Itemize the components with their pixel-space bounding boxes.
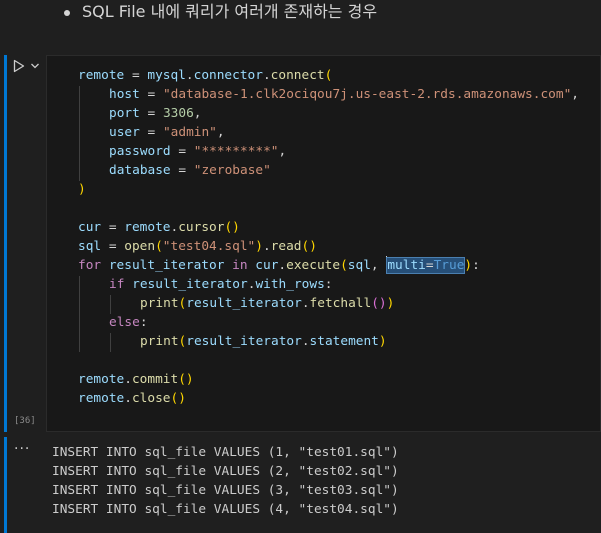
indent-guide xyxy=(110,295,111,314)
output-line: INSERT INTO sql_file VALUES (1, "test01.… xyxy=(52,445,399,460)
bullet-dot xyxy=(64,10,70,16)
indent-guide xyxy=(79,276,80,352)
code-line: cur = remote.cursor() xyxy=(78,220,240,235)
code-line: print(result_iterator.fetchall()) xyxy=(140,296,395,311)
markdown-cell[interactable]: SQL File 내에 쿼리가 여러개 존재하는 경우 xyxy=(0,0,601,46)
output-line: INSERT INTO sql_file VALUES (3, "test03.… xyxy=(52,483,399,498)
code-line: if result_iterator.with_rows: xyxy=(109,277,333,292)
run-triangle-icon xyxy=(13,59,25,73)
code-line: password = "*********", xyxy=(109,144,287,159)
code-line: print(result_iterator.statement) xyxy=(140,334,387,349)
code-line: remote.commit() xyxy=(78,372,194,387)
code-line: user = "admin", xyxy=(109,125,225,140)
output-more-actions-button[interactable]: ··· xyxy=(14,441,30,457)
code-line: host = "database-1.clk2ociqou7j.us-east-… xyxy=(109,87,580,102)
indent-guide xyxy=(110,333,111,352)
output-line: INSERT INTO sql_file VALUES (4, "test04.… xyxy=(52,502,399,517)
indent-guide xyxy=(79,86,80,181)
output-line: INSERT INTO sql_file VALUES (2, "test02.… xyxy=(52,464,399,479)
markdown-bullet-text: SQL File 내에 쿼리가 여러개 존재하는 경우 xyxy=(82,2,378,21)
code-line: ) xyxy=(78,182,86,197)
code-line: remote = mysql.connector.connect( xyxy=(78,68,333,83)
code-line: database = "zerobase" xyxy=(109,163,271,178)
code-line: else: xyxy=(109,315,148,330)
cell-focus-indicator xyxy=(4,55,7,432)
code-line: remote.close() xyxy=(78,391,186,406)
chevron-down-icon xyxy=(31,63,39,69)
execution-count: [36] xyxy=(14,416,36,426)
selected-text[interactable]: multi=True xyxy=(386,257,466,274)
code-line: port = 3306, xyxy=(109,106,202,121)
code-line: sql = open("test04.sql").read() xyxy=(78,239,317,254)
run-options-button[interactable] xyxy=(28,58,42,74)
code-line: for result_iterator in cur.execute(sql, … xyxy=(78,256,480,274)
output-focus-indicator xyxy=(4,437,7,533)
run-cell-button[interactable] xyxy=(10,58,28,74)
